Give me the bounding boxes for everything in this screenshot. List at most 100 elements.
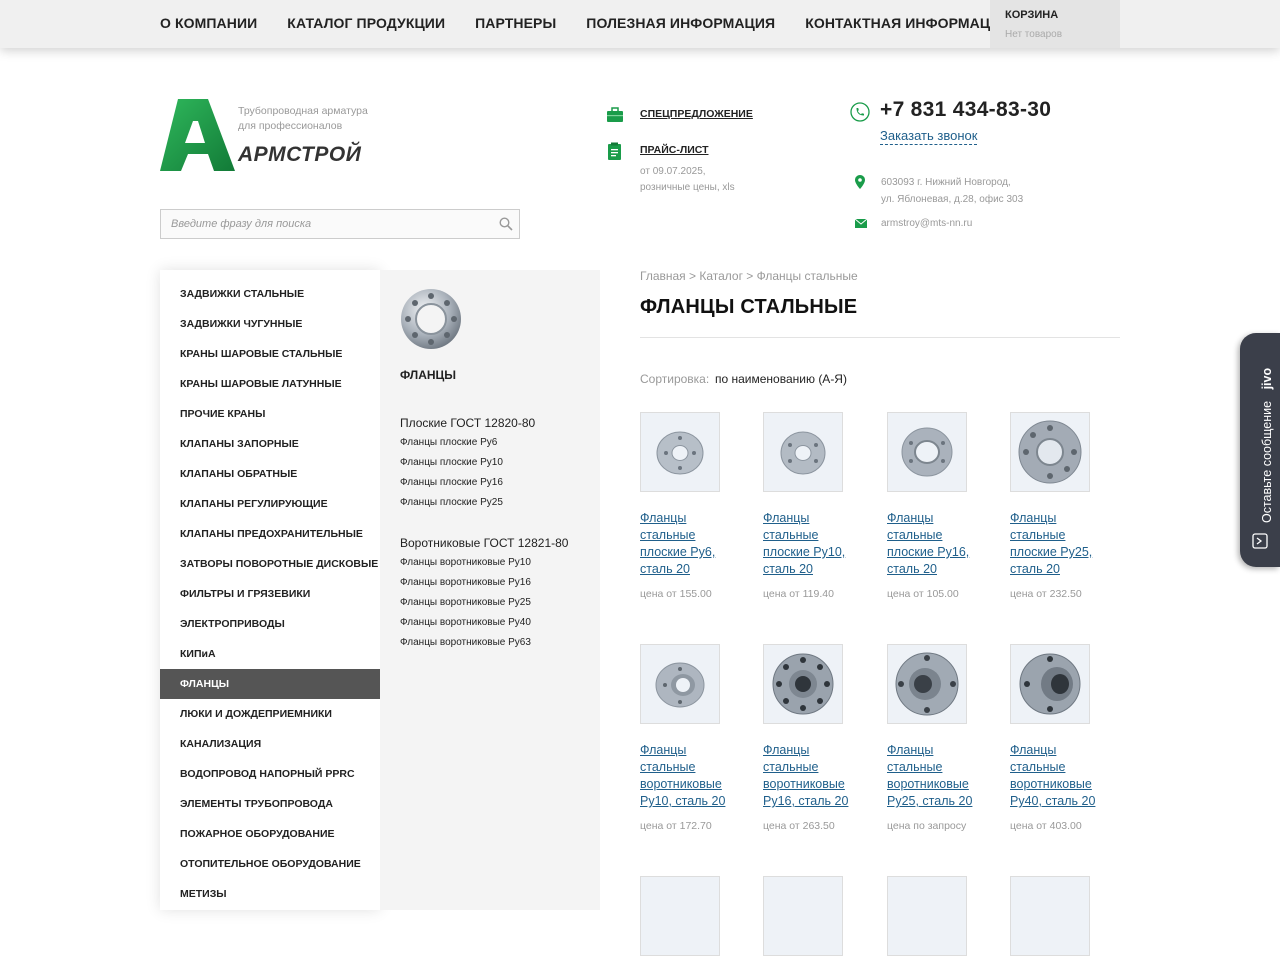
address-line-2: ул. Яблоневая, д.28, офис 303 bbox=[881, 194, 1024, 205]
product-image[interactable] bbox=[763, 876, 843, 956]
nav-about[interactable]: О КОМПАНИИ bbox=[160, 0, 257, 48]
product-image[interactable] bbox=[1010, 876, 1090, 956]
sidebar-item-active[interactable]: ФЛАНЦЫ bbox=[160, 669, 390, 699]
group-title[interactable]: Воротниковые ГОСТ 12821-80 bbox=[400, 533, 568, 553]
product-image[interactable] bbox=[1010, 644, 1090, 724]
product-card: Фланцы стальные воротниковые Py16, сталь… bbox=[763, 644, 868, 832]
tagline: Трубопроводная арматура для профессионал… bbox=[238, 104, 368, 134]
sidebar-item[interactable]: КЛАПАНЫ ПРЕДОХРАНИТЕЛЬНЫЕ bbox=[160, 519, 380, 549]
chat-icon bbox=[1252, 533, 1268, 549]
product-image[interactable] bbox=[763, 644, 843, 724]
search-input[interactable] bbox=[161, 210, 501, 238]
product-price: цена по запросу bbox=[887, 820, 967, 832]
sidebar-item[interactable]: КРАНЫ ШАРОВЫЕ СТАЛЬНЫЕ bbox=[160, 339, 380, 369]
top-bar: О КОМПАНИИ КАТАЛОГ ПРОДУКЦИИ ПАРТНЕРЫ ПО… bbox=[0, 0, 1280, 48]
sidebar-item[interactable]: ЗАДВИЖКИ СТАЛЬНЫЕ bbox=[160, 279, 380, 309]
sidebar-item[interactable]: КЛАПАНЫ ОБРАТНЫЕ bbox=[160, 459, 380, 489]
product-name-link[interactable]: Фланцы стальные воротниковые Py16, сталь… bbox=[763, 742, 868, 810]
sidebar-item[interactable]: ФИЛЬТРЫ И ГРЯЗЕВИКИ bbox=[160, 579, 380, 609]
group-item[interactable]: Фланцы воротниковые Py16 bbox=[400, 573, 568, 593]
product-image[interactable] bbox=[887, 644, 967, 724]
sidebar-item[interactable]: КЛАПАНЫ РЕГУЛИРУЮЩИЕ bbox=[160, 489, 380, 519]
special-offer-link[interactable]: СПЕЦПРЕДЛОЖЕНИЕ bbox=[640, 108, 753, 120]
product-price: цена от 232.50 bbox=[1010, 588, 1082, 600]
sidebar-item[interactable]: МЕТИЗЫ bbox=[160, 879, 380, 909]
callback-link[interactable]: Заказать звонок bbox=[880, 128, 978, 145]
product-name-link[interactable]: Фланцы стальные плоские Py6, сталь 20 bbox=[640, 510, 745, 578]
product-name-link[interactable]: Фланцы стальные плоские Py16, сталь 20 bbox=[887, 510, 992, 578]
group-item[interactable]: Фланцы плоские Py10 bbox=[400, 453, 535, 473]
price-list-note: от 09.07.2025, розничные цены, xls bbox=[640, 164, 735, 196]
sort-select[interactable]: по наименованию (А-Я) bbox=[715, 372, 847, 386]
sidebar-item[interactable]: ЗАДВИЖКИ ЧУГУННЫЕ bbox=[160, 309, 380, 339]
subcategory-group-flat: Плоские ГОСТ 12820-80 Фланцы плоские Py6… bbox=[400, 413, 535, 513]
group-item[interactable]: Фланцы плоские Py25 bbox=[400, 493, 535, 513]
phone-number: +7 831 434-83-30 bbox=[880, 98, 1052, 121]
sidebar-item[interactable]: ЛЮКИ И ДОЖДЕПРИЕМНИКИ bbox=[160, 699, 380, 729]
product-card: Фланцы стальные воротниковые Py40, сталь… bbox=[1010, 644, 1115, 832]
product-name-link[interactable]: Фланцы стальные воротниковые Py10, сталь… bbox=[640, 742, 745, 810]
group-item[interactable]: Фланцы воротниковые Py40 bbox=[400, 613, 568, 633]
group-item[interactable]: Фланцы плоские Py6 bbox=[400, 433, 535, 453]
product-card: Фланцы стальные плоские Py25, сталь 20 ц… bbox=[1010, 412, 1115, 600]
product-price: цена от 403.00 bbox=[1010, 820, 1082, 832]
sort-label: Сортировка: bbox=[640, 372, 710, 386]
email-link[interactable]: armstroy@mts-nn.ru bbox=[881, 218, 972, 229]
group-title[interactable]: Плоские ГОСТ 12820-80 bbox=[400, 413, 535, 433]
price-list-link[interactable]: ПРАЙС-ЛИСТ bbox=[640, 144, 709, 156]
sidebar-item[interactable]: ЭЛЕКТРОПРИВОДЫ bbox=[160, 609, 380, 639]
breadcrumb[interactable]: Главная > Каталог > Фланцы стальные bbox=[640, 269, 858, 283]
product-image[interactable] bbox=[1010, 412, 1090, 492]
flange-category-image bbox=[401, 289, 461, 349]
product-card-partial bbox=[887, 876, 992, 956]
group-item[interactable]: Фланцы воротниковые Py10 bbox=[400, 553, 568, 573]
cart[interactable]: КОРЗИНА Нет товаров bbox=[990, 0, 1120, 48]
product-name-link[interactable]: Фланцы стальные плоские Py25, сталь 20 bbox=[1010, 510, 1115, 578]
nav-partners[interactable]: ПАРТНЕРЫ bbox=[475, 0, 556, 48]
product-image[interactable] bbox=[887, 412, 967, 492]
phone-icon bbox=[850, 102, 870, 122]
sidebar-item[interactable]: ПОЖАРНОЕ ОБОРУДОВАНИЕ bbox=[160, 819, 380, 849]
group-item[interactable]: Фланцы воротниковые Py25 bbox=[400, 593, 568, 613]
product-card: Фланцы стальные плоские Py16, сталь 20 ц… bbox=[887, 412, 992, 600]
nav-catalog[interactable]: КАТАЛОГ ПРОДУКЦИИ bbox=[287, 0, 445, 48]
product-image[interactable] bbox=[640, 412, 720, 492]
subcategory-group-welding-neck: Воротниковые ГОСТ 12821-80 Фланцы воротн… bbox=[400, 533, 568, 653]
product-image[interactable] bbox=[763, 412, 843, 492]
group-item[interactable]: Фланцы воротниковые Py63 bbox=[400, 633, 568, 653]
product-card: Фланцы стальные плоские Py10, сталь 20 ц… bbox=[763, 412, 868, 600]
tagline-line-1: Трубопроводная арматура bbox=[238, 105, 368, 117]
sidebar-item[interactable]: ВОДОПРОВОД НАПОРНЫЙ PPRC bbox=[160, 759, 380, 789]
sidebar-item[interactable]: КЛАПАНЫ ЗАПОРНЫЕ bbox=[160, 429, 380, 459]
search-icon[interactable] bbox=[499, 217, 513, 231]
sidebar-item[interactable]: ПРОЧИЕ КРАНЫ bbox=[160, 399, 380, 429]
product-price: цена от 155.00 bbox=[640, 588, 712, 600]
product-name-link[interactable]: Фланцы стальные воротниковые Py40, сталь… bbox=[1010, 742, 1115, 810]
nav-contacts[interactable]: КОНТАКТНАЯ ИНФОРМАЦИЯ bbox=[805, 0, 1010, 48]
address: 603093 г. Нижний Новгород, ул. Яблоневая… bbox=[881, 174, 1023, 208]
chat-widget-label: Оставьте сообщение jivo bbox=[1260, 368, 1274, 523]
product-price: цена от 119.40 bbox=[763, 588, 834, 600]
chat-widget-brand: jivo bbox=[1260, 367, 1274, 390]
subcategory-panel: ФЛАНЦЫ Плоские ГОСТ 12820-80 Фланцы плос… bbox=[380, 270, 600, 910]
product-image[interactable] bbox=[887, 876, 967, 956]
product-image[interactable] bbox=[640, 644, 720, 724]
map-pin-icon bbox=[855, 175, 865, 189]
price-list-format: розничные цены, xls bbox=[640, 182, 735, 193]
group-item[interactable]: Фланцы плоские Py16 bbox=[400, 473, 535, 493]
product-name-link[interactable]: Фланцы стальные плоские Py10, сталь 20 bbox=[763, 510, 868, 578]
product-name-link[interactable]: Фланцы стальные воротниковые Py25, сталь… bbox=[887, 742, 992, 810]
product-image[interactable] bbox=[640, 876, 720, 956]
sidebar-item[interactable]: ОТОПИТЕЛЬНОЕ ОБОРУДОВАНИЕ bbox=[160, 849, 380, 879]
price-list-date: от 09.07.2025, bbox=[640, 166, 706, 177]
product-price: цена от 172.70 bbox=[640, 820, 712, 832]
nav-useful-info[interactable]: ПОЛЕЗНАЯ ИНФОРМАЦИЯ bbox=[586, 0, 775, 48]
sidebar-item[interactable]: КРАНЫ ШАРОВЫЕ ЛАТУННЫЕ bbox=[160, 369, 380, 399]
chat-widget-tab[interactable]: Оставьте сообщение jivo bbox=[1240, 333, 1280, 567]
top-nav: О КОМПАНИИ КАТАЛОГ ПРОДУКЦИИ ПАРТНЕРЫ ПО… bbox=[160, 0, 1041, 48]
sidebar-item[interactable]: КИПиА bbox=[160, 639, 380, 669]
sidebar-item[interactable]: ЭЛЕМЕНТЫ ТРУБОПРОВОДА bbox=[160, 789, 380, 819]
sidebar-item[interactable]: КАНАЛИЗАЦИЯ bbox=[160, 729, 380, 759]
product-card-partial bbox=[1010, 876, 1115, 956]
sidebar-item[interactable]: ЗАТВОРЫ ПОВОРОТНЫЕ ДИСКОВЫЕ bbox=[160, 549, 380, 579]
